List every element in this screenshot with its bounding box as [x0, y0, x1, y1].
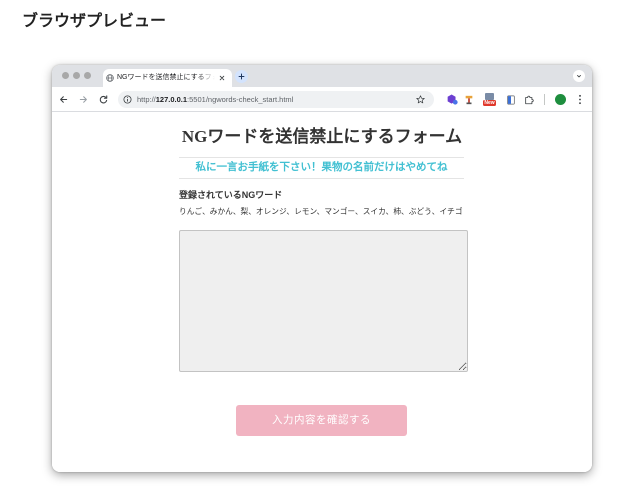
plus-icon — [238, 73, 245, 80]
profile-avatar[interactable] — [555, 94, 566, 105]
url-path: :5501/ngwords-check_start.html — [187, 95, 294, 104]
toolbar-separator — [544, 94, 545, 105]
extension-new-glyph — [485, 93, 494, 100]
close-icon[interactable] — [219, 75, 225, 81]
confirm-button[interactable]: 入力内容を確認する — [236, 405, 407, 436]
star-icon[interactable] — [416, 95, 425, 104]
extension-new-badge: New — [483, 100, 496, 106]
form-title: NGワードを送信禁止にするフォーム — [181, 127, 463, 146]
url-host: 127.0.0.1 — [155, 95, 188, 104]
url-text[interactable]: http://127.0.0.1:5501/ngwords-check_star… — [137, 91, 293, 108]
extension-shield-icon[interactable] — [447, 94, 458, 105]
arrow-right-icon — [79, 95, 87, 103]
tab-strip: NGワードを送信禁止にするフォ — [52, 65, 592, 87]
extension-new-icon[interactable]: New — [483, 92, 496, 107]
chevron-down-icon — [576, 73, 582, 79]
ng-words-list: りんご、みかん、梨、オレンジ、レモン、マンゴー、スイカ、柿、ぶどう、イチゴ — [179, 207, 463, 216]
window-maximize-dot[interactable] — [84, 72, 91, 79]
url-scheme: http:// — [137, 95, 156, 104]
ng-words-label: 登録されているNGワード — [179, 190, 283, 200]
kebab-menu-icon[interactable] — [578, 94, 582, 105]
arrow-left-icon — [59, 95, 67, 103]
browser-window: NGワードを送信禁止にするフォ http://127.0.0.1:5501/ng… — [52, 65, 592, 472]
browser-tab-active[interactable]: NGワードを送信禁止にするフォ — [103, 69, 232, 87]
info-icon[interactable] — [123, 95, 132, 104]
window-minimize-dot[interactable] — [73, 72, 80, 79]
address-bar[interactable]: http://127.0.0.1:5501/ngwords-check_star… — [118, 91, 434, 108]
reload-button[interactable] — [98, 94, 108, 104]
globe-icon — [106, 74, 114, 82]
page-content: NGワードを送信禁止にするフォーム 私に一言お手紙を下さい！果物の名前だけはやめ… — [52, 112, 592, 472]
browser-toolbar: http://127.0.0.1:5501/ngwords-check_star… — [52, 87, 592, 112]
back-button[interactable] — [58, 94, 68, 104]
message-textarea[interactable] — [179, 230, 468, 372]
extension-doc-icon[interactable] — [505, 94, 516, 105]
new-tab-button[interactable] — [235, 70, 248, 83]
form-subtitle-box: 私に一言お手紙を下さい！果物の名前だけはやめてね — [179, 157, 464, 179]
extension-tool-icon[interactable] — [463, 94, 474, 105]
window-close-dot[interactable] — [62, 72, 69, 79]
puzzle-icon[interactable] — [523, 94, 534, 105]
forward-button[interactable] — [78, 94, 88, 104]
page-heading: ブラウザプレビュー — [22, 13, 167, 30]
reload-icon — [99, 94, 107, 103]
form-subtitle: 私に一言お手紙を下さい！果物の名前だけはやめてね — [195, 162, 448, 173]
tab-search-button[interactable] — [573, 70, 585, 82]
tab-title: NGワードを送信禁止にするフォ — [117, 74, 215, 81]
